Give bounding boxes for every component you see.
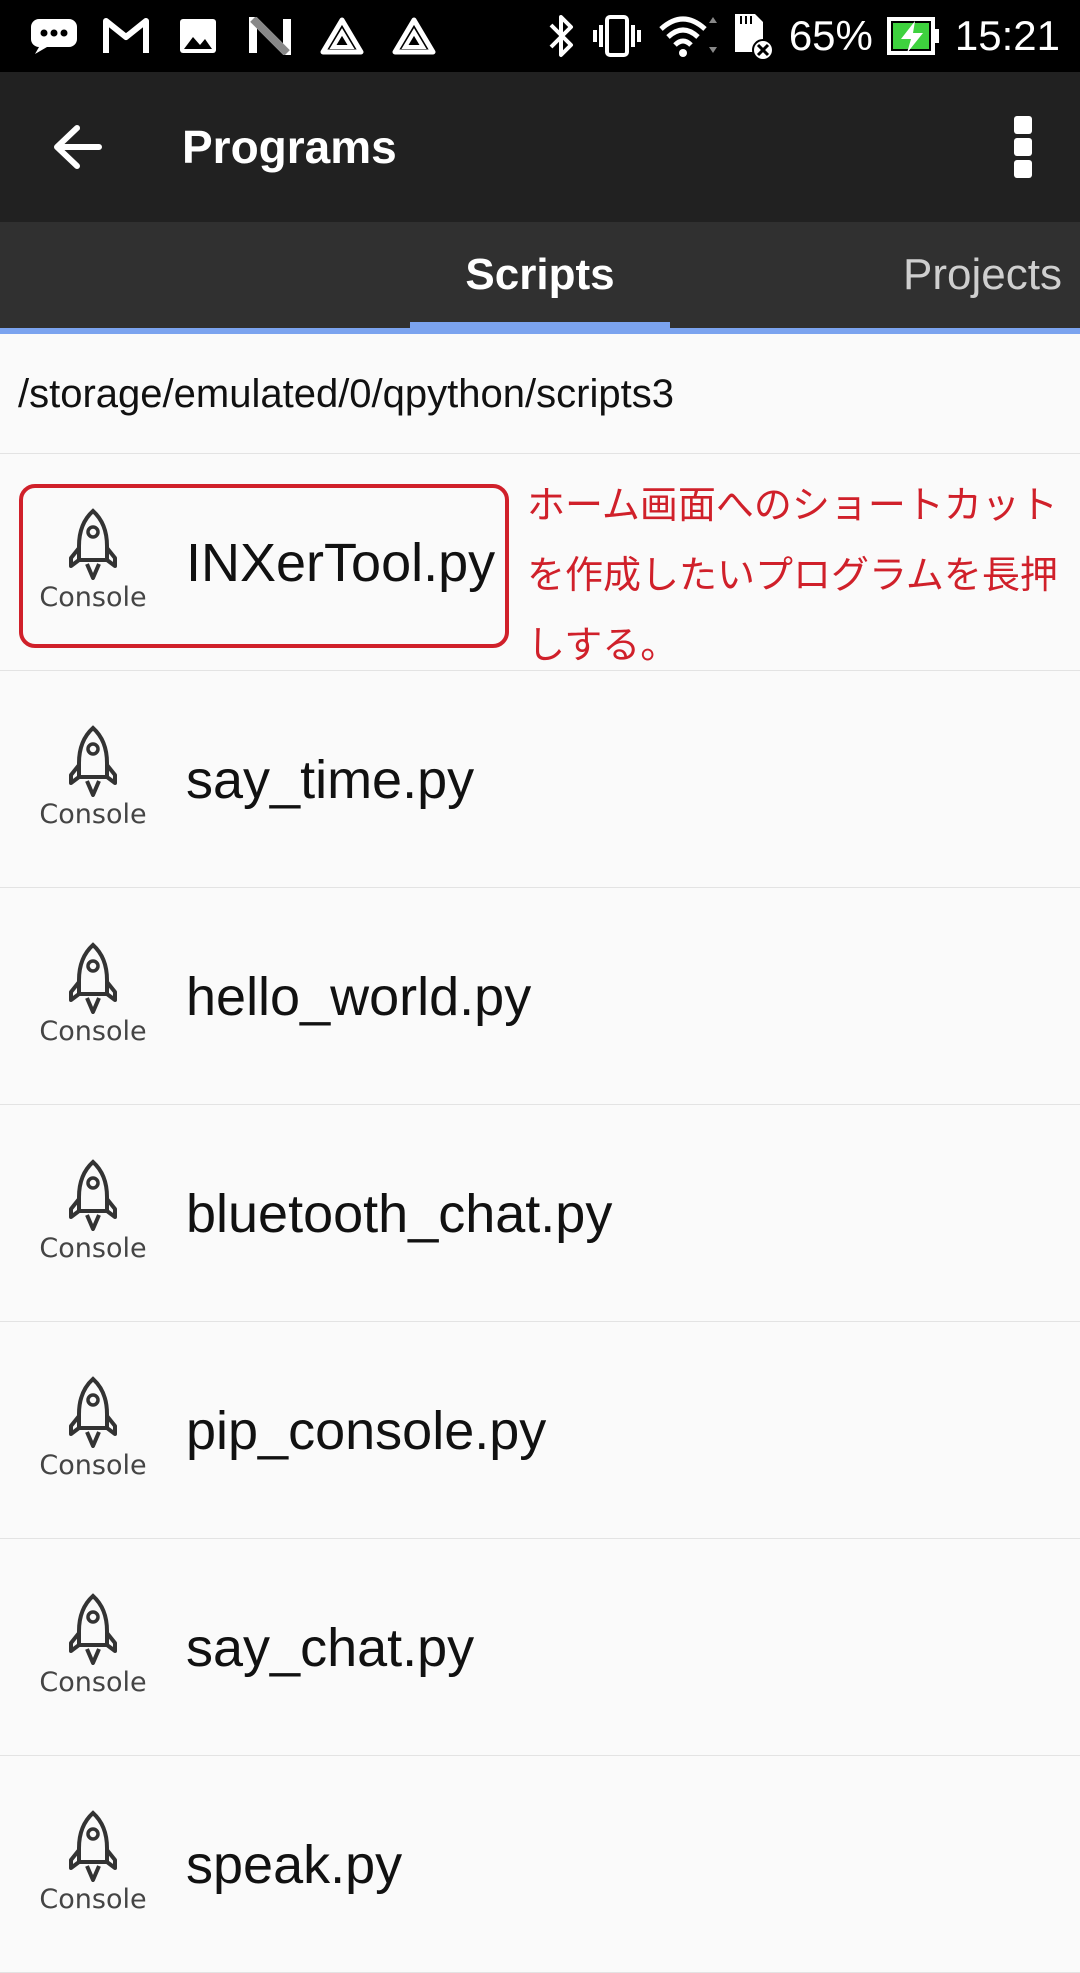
vibrate-icon xyxy=(592,15,641,57)
chat-icon xyxy=(28,14,80,58)
icon-caption: Console xyxy=(39,1233,147,1264)
n-icon xyxy=(244,14,296,58)
icon-caption: Console xyxy=(39,1884,147,1915)
gmail-icon xyxy=(100,14,152,58)
status-bar: 65% 15:21 xyxy=(0,0,1080,72)
tab-projects-label: Projects xyxy=(903,250,1062,299)
highlight-box xyxy=(19,484,509,648)
triangle-icon xyxy=(316,14,368,58)
rocket-icon: Console xyxy=(34,725,152,837)
clock: 15:21 xyxy=(954,12,1060,59)
icon-caption: Console xyxy=(39,1450,147,1481)
rocket-icon: Console xyxy=(34,1159,152,1271)
file-name: say_time.py xyxy=(186,750,475,810)
more-vert-dot xyxy=(1014,160,1032,178)
rocket-icon: Console xyxy=(34,1810,152,1922)
overflow-menu-button[interactable] xyxy=(988,110,1058,184)
battery-charging-icon xyxy=(886,17,939,55)
tab-scripts[interactable]: Scripts xyxy=(410,222,670,334)
annotation-note: ホーム画面へのショートカットを作成したいプログラムを長押しする。 xyxy=(527,483,1058,667)
file-name: say_chat.py xyxy=(186,1618,475,1678)
system-icons: 65% 15:21 xyxy=(545,10,1060,62)
list-item[interactable]: Console say_time.py xyxy=(0,671,1080,888)
gallery-icon xyxy=(172,14,224,58)
current-path: /storage/emulated/0/qpython/scripts3 xyxy=(18,372,674,416)
page-title: Programs xyxy=(182,121,397,173)
arrow-left-icon xyxy=(54,125,102,169)
script-list: Console INXerTool.py Console say_time.py Con… xyxy=(0,454,1080,1973)
bluetooth-icon xyxy=(549,15,573,57)
back-button[interactable] xyxy=(44,114,110,180)
rocket-icon: Console xyxy=(34,1376,152,1488)
more-vert-icon xyxy=(1014,116,1032,134)
file-name: speak.py xyxy=(186,1835,403,1895)
sdcard-icon xyxy=(734,14,774,60)
icon-caption: Console xyxy=(39,799,147,830)
notification-icons xyxy=(28,14,440,58)
list-item[interactable]: Console say_chat.py xyxy=(0,1539,1080,1756)
path-bar: /storage/emulated/0/qpython/scripts3 xyxy=(0,334,1080,454)
list-item[interactable]: Console pip_console.py xyxy=(0,1322,1080,1539)
triangle-icon xyxy=(388,14,440,58)
rocket-icon: Console xyxy=(34,942,152,1054)
file-name: bluetooth_chat.py xyxy=(186,1184,613,1244)
rocket-icon: Console xyxy=(34,1593,152,1705)
icon-caption: Console xyxy=(39,1667,147,1698)
wifi-icon xyxy=(659,16,717,57)
list-item[interactable]: Console speak.py xyxy=(0,1756,1080,1973)
file-name: hello_world.py xyxy=(186,967,532,1027)
list-item[interactable]: Console bluetooth_chat.py xyxy=(0,1105,1080,1322)
tab-indicator xyxy=(410,322,670,334)
tab-bar: Scripts Projects xyxy=(0,222,1080,334)
battery-percent: 65% xyxy=(788,12,873,59)
file-name: pip_console.py xyxy=(186,1401,547,1461)
list-item[interactable]: Console hello_world.py xyxy=(0,888,1080,1105)
tab-scripts-label: Scripts xyxy=(465,250,615,299)
more-vert-dot xyxy=(1014,138,1032,156)
app-toolbar: Programs xyxy=(0,72,1080,222)
tab-projects[interactable]: Projects xyxy=(880,222,1080,328)
icon-caption: Console xyxy=(39,1016,147,1047)
